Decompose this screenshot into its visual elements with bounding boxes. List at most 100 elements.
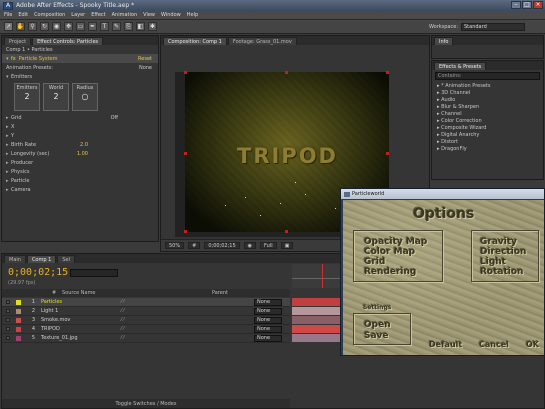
menu-layer[interactable]: Layer [71, 12, 85, 18]
table-row[interactable]: 3 Smoke.mov ⁄ ⁄ None [2, 316, 290, 325]
transform-handle[interactable] [184, 230, 187, 233]
open-option[interactable]: Open [364, 320, 391, 330]
transform-handle[interactable] [386, 71, 389, 74]
menu-window[interactable]: Window [161, 12, 181, 18]
property-row[interactable]: ▸ Producer [2, 158, 158, 167]
world-option[interactable]: World 2 [43, 83, 69, 111]
clone-tool-icon[interactable]: ⎘ [124, 22, 133, 31]
property-value[interactable]: Off [111, 115, 118, 121]
animation-presets-select[interactable]: None [139, 65, 152, 71]
brush-tool-icon[interactable]: ✎ [112, 22, 121, 31]
grid-option[interactable]: Grid [364, 257, 385, 267]
tab-comp-1[interactable]: Comp 1 [26, 255, 57, 263]
menu-help[interactable]: Help [187, 12, 198, 18]
puppet-tool-icon[interactable]: ✱ [148, 22, 157, 31]
selection-tool-icon[interactable]: ➚ [4, 22, 13, 31]
zoom-tool-icon[interactable]: ⚲ [28, 22, 37, 31]
playhead[interactable] [322, 264, 323, 288]
toggle-switches-modes[interactable]: Toggle Switches / Modes [2, 399, 290, 408]
property-row[interactable]: ▸ Longevity (sec) 1.00 [2, 149, 158, 158]
rotation-option[interactable]: Rotation [480, 267, 523, 277]
property-row[interactable]: ▸ X [2, 122, 158, 131]
menu-composition[interactable]: Composition [34, 12, 65, 18]
tab-main[interactable]: Main [4, 255, 26, 263]
emitters-option[interactable]: Emitters 2 [14, 83, 40, 111]
pen-tool-icon[interactable]: ✒ [88, 22, 97, 31]
ok-button[interactable]: OK [526, 340, 539, 349]
effects-category[interactable]: ▸ Color Correction [432, 117, 543, 124]
menu-view[interactable]: View [143, 12, 155, 18]
parent-select[interactable]: None [254, 316, 282, 324]
camera-tool-icon[interactable]: ◉ [52, 22, 61, 31]
property-value[interactable]: 2.0 [80, 142, 88, 148]
tab-info[interactable]: Info [434, 37, 454, 45]
table-row[interactable]: 1 Particles ⁄ ⁄ None [2, 298, 290, 307]
menu-edit[interactable]: Edit [18, 12, 28, 18]
property-row[interactable]: ▸ Physics [2, 167, 158, 176]
visibility-eye-icon[interactable] [6, 327, 10, 331]
rendering-option[interactable]: Rendering [364, 267, 416, 277]
tab-effect-controls[interactable]: Effect Controls: Particles [32, 37, 104, 45]
gravity-option[interactable]: Gravity [480, 237, 517, 247]
save-option[interactable]: Save [364, 331, 389, 341]
parent-select[interactable]: None [254, 334, 282, 342]
effects-category[interactable]: ▸ Channel [432, 110, 543, 117]
timeline-timecode[interactable]: 0;00;02;15 [8, 267, 68, 278]
property-row[interactable]: ▸ Camera [2, 185, 158, 194]
property-row[interactable]: ▸ Grid Off [2, 113, 158, 122]
property-row[interactable]: ▸ Y [2, 131, 158, 140]
opacity-map-option[interactable]: Opacity Map [364, 237, 427, 247]
close-icon[interactable]: × [533, 1, 543, 9]
minimize-icon[interactable]: – [511, 1, 521, 9]
effects-category[interactable]: ▸ Distort [432, 138, 543, 145]
layer-name[interactable]: Smoke.mov [41, 317, 101, 323]
parent-select[interactable]: None [254, 325, 282, 333]
layer-switches-icon[interactable]: ⁄ ⁄ [121, 326, 124, 332]
rotate-tool-icon[interactable]: ↻ [40, 22, 49, 31]
light-option[interactable]: Light [480, 257, 506, 267]
property-value[interactable]: 1.00 [77, 151, 88, 157]
region-icon[interactable]: ▣ [280, 242, 294, 249]
comp-timecode[interactable]: 0;00;02;15 [204, 242, 240, 249]
transform-handle[interactable] [184, 71, 187, 74]
color-map-option[interactable]: Color Map [364, 247, 415, 257]
table-row[interactable]: 4 TRIPOD ⁄ ⁄ None [2, 325, 290, 334]
tab-composition[interactable]: Composition: Comp 1 [163, 37, 227, 45]
tab-footage[interactable]: Footage: Grass_01.mov [227, 37, 297, 45]
layer-switches-icon[interactable]: ⁄ ⁄ [121, 317, 124, 323]
grid-icon[interactable]: # [188, 242, 201, 249]
transform-handle[interactable] [184, 152, 187, 155]
maximize-icon[interactable]: □ [522, 1, 532, 9]
visibility-eye-icon[interactable] [6, 309, 10, 313]
tab-effects-presets[interactable]: Effects & Presets [434, 62, 487, 70]
rectangle-tool-icon[interactable]: ▭ [76, 22, 85, 31]
table-row[interactable]: 5 Texture_01.jpg ⁄ ⁄ None [2, 334, 290, 343]
hand-tool-icon[interactable]: ✋ [16, 22, 25, 31]
effect-reset-link[interactable]: Reset [138, 56, 152, 62]
snapshot-icon[interactable]: ◉ [243, 242, 257, 249]
layer-name[interactable]: Light 1 [41, 308, 101, 314]
property-row[interactable]: ▸ Particle [2, 176, 158, 185]
layer-switches-icon[interactable]: ⁄ ⁄ [121, 335, 124, 341]
layer-switches-icon[interactable]: ⁄ ⁄ [121, 299, 124, 305]
transform-handle[interactable] [386, 152, 389, 155]
effects-category[interactable]: ▸ Blur & Sharpen [432, 103, 543, 110]
pan-behind-tool-icon[interactable]: ✥ [64, 22, 73, 31]
layer-name[interactable]: Particles [41, 299, 101, 305]
effect-header-row[interactable]: ▾ fx Particle System Reset [2, 54, 158, 63]
effects-category[interactable]: ▸ DragonFly [432, 145, 543, 152]
tab-project[interactable]: Project [4, 37, 32, 45]
effects-category[interactable]: ▸ Audio [432, 96, 543, 103]
visibility-eye-icon[interactable] [6, 318, 10, 322]
effects-search-input[interactable]: Contains: [435, 72, 540, 80]
direction-option[interactable]: Direction [480, 247, 526, 257]
resolution-select[interactable]: Full [260, 242, 277, 249]
property-row[interactable]: ▸ Birth Rate 2.0 [2, 140, 158, 149]
tab-sel[interactable]: Sel [57, 255, 75, 263]
effects-category[interactable]: ▸ 3D Channel [432, 89, 543, 96]
effects-category[interactable]: ▸ * Animation Presets [432, 82, 543, 89]
timeline-search-input[interactable] [70, 269, 118, 277]
eraser-tool-icon[interactable]: ◧ [136, 22, 145, 31]
workspace-select[interactable]: Standard [461, 23, 525, 31]
cancel-button[interactable]: Cancel [479, 340, 509, 349]
